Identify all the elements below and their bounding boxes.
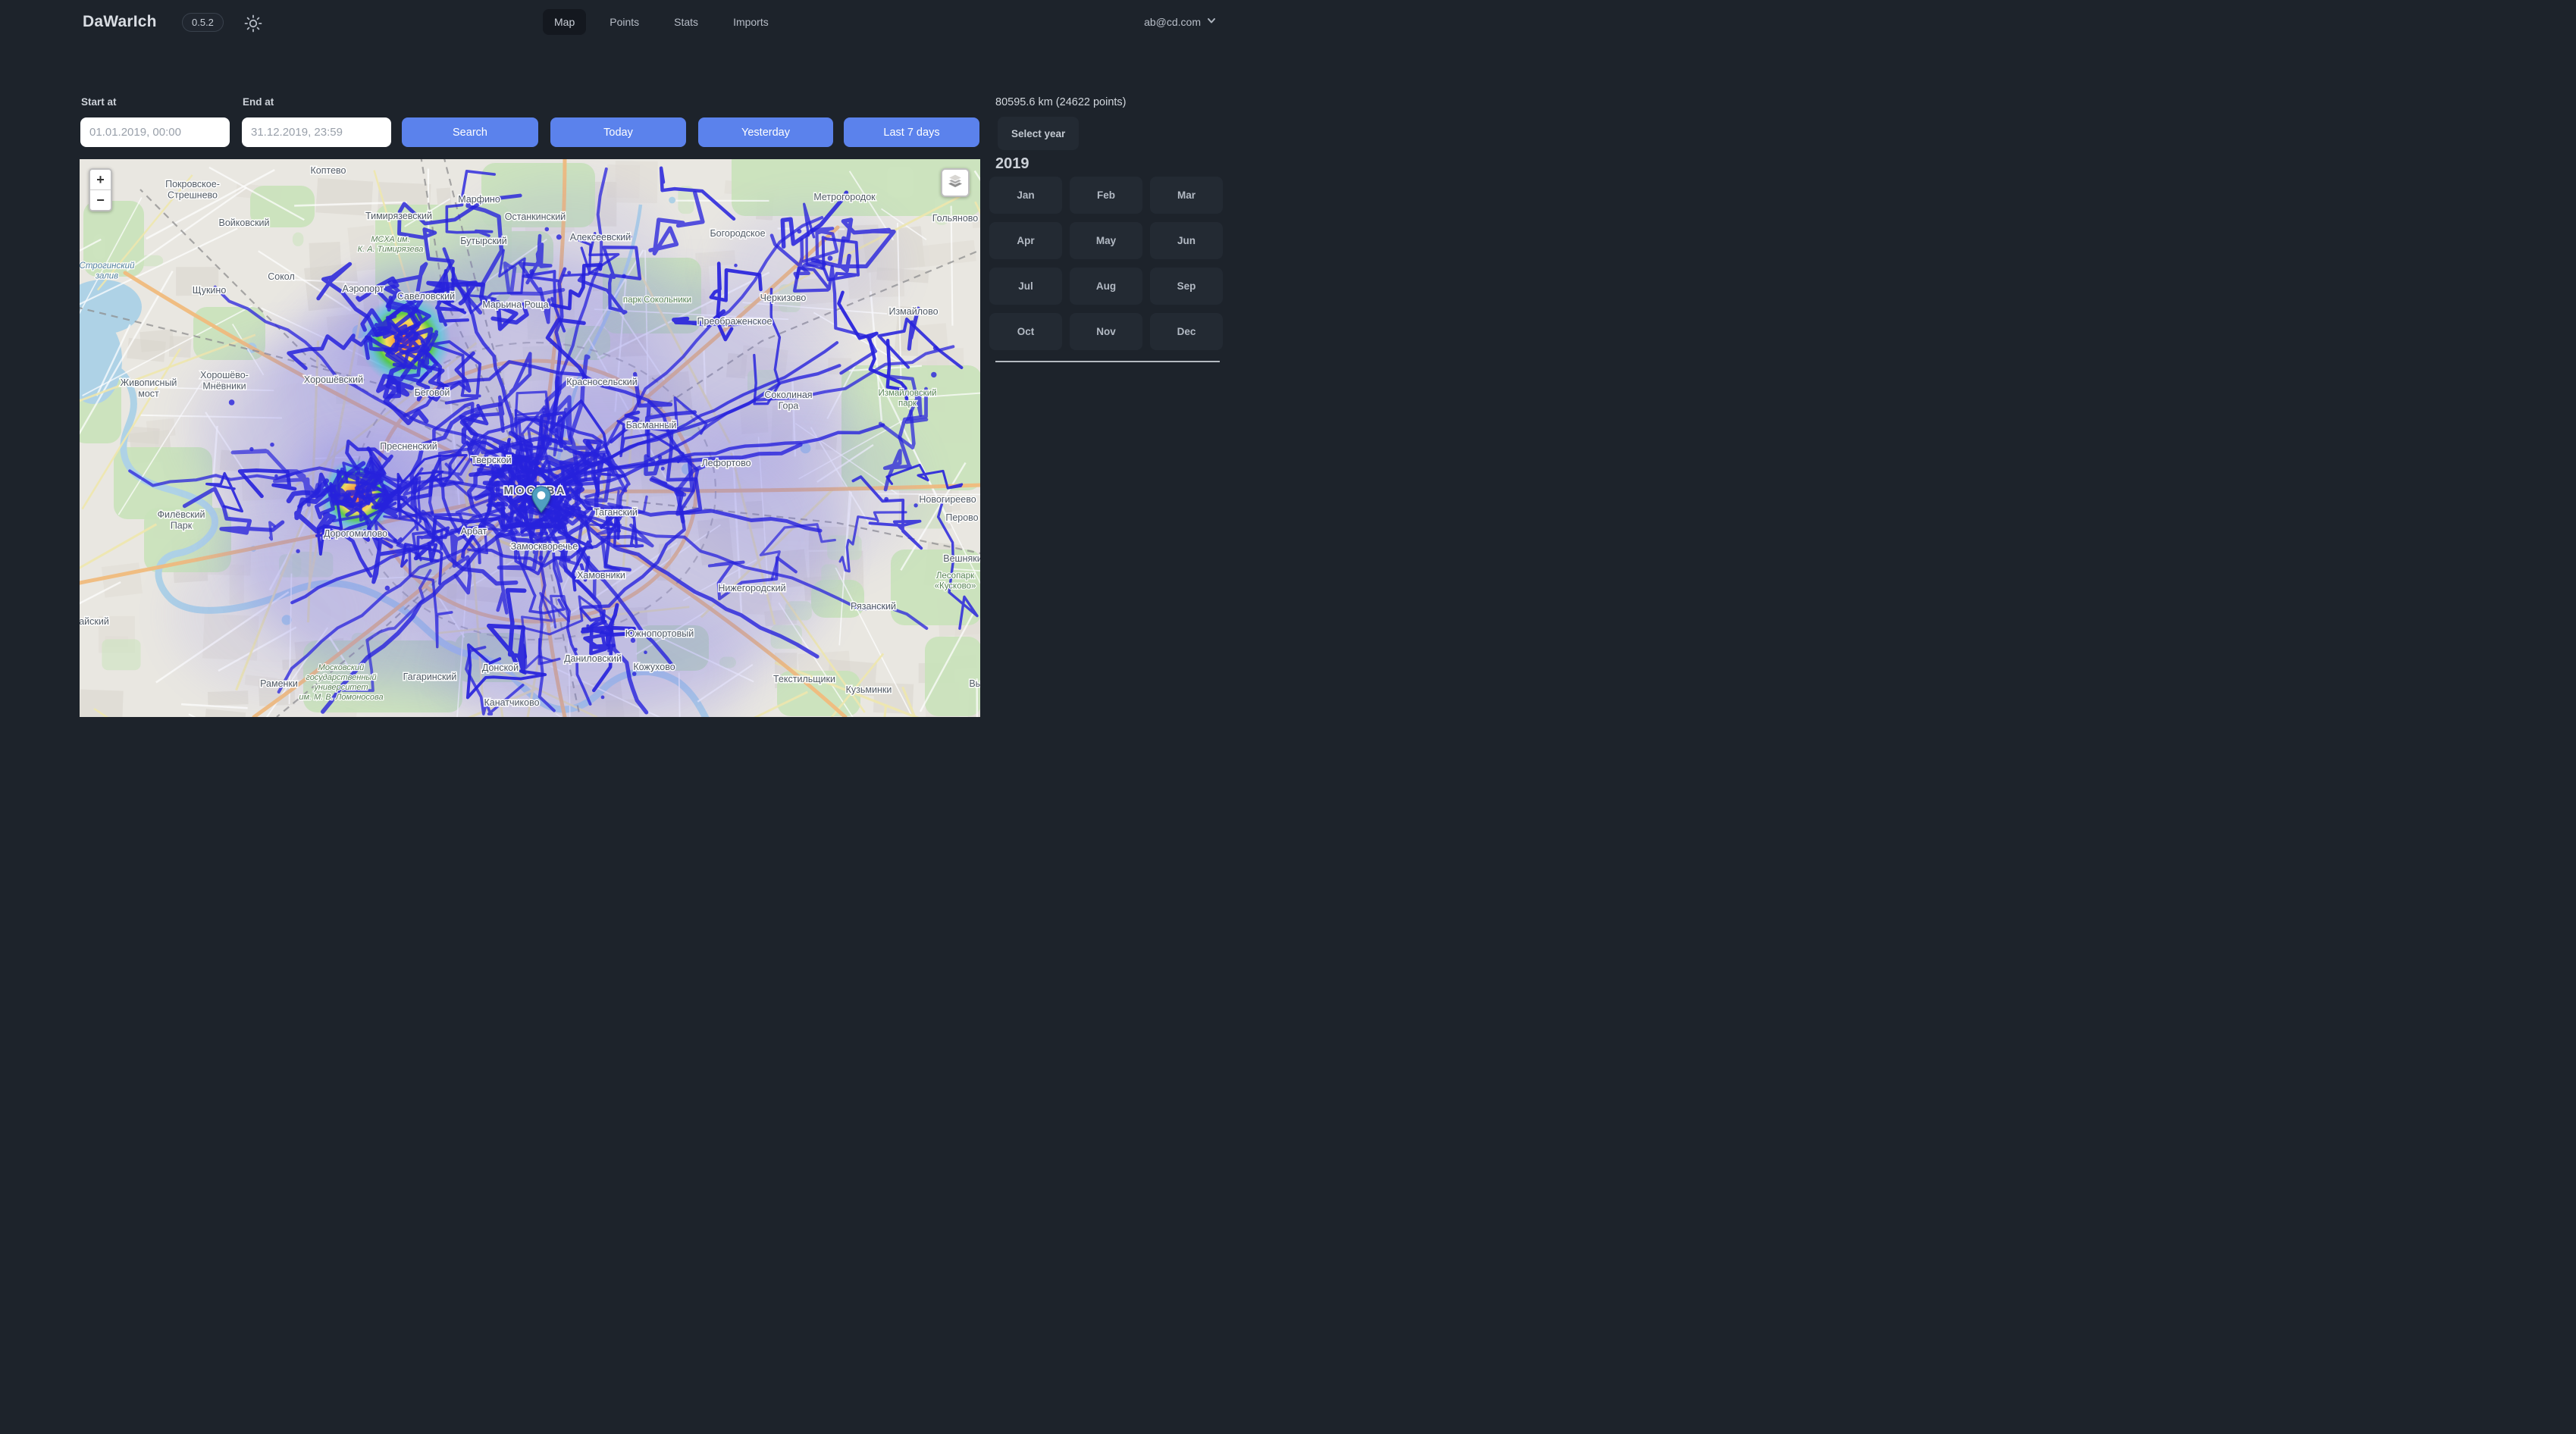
month-button-jun[interactable]: Jun: [1150, 222, 1223, 259]
select-year-button[interactable]: Select year: [998, 117, 1079, 150]
map-label: Савёловский: [397, 291, 455, 302]
map-label: Беговой: [415, 387, 450, 398]
last-7-days-button[interactable]: Last 7 days: [844, 117, 979, 147]
map-label: Тимирязевский: [365, 211, 432, 221]
distance-summary: 80595.6 km (24622 points): [995, 96, 1127, 108]
map-label: Бутырский: [460, 236, 507, 246]
month-button-nov[interactable]: Nov: [1070, 313, 1142, 350]
map-label: Измайлово: [888, 306, 938, 317]
layers-icon: [946, 172, 964, 194]
map-label: Сокол: [268, 271, 295, 282]
layers-control-button[interactable]: [941, 168, 970, 197]
search-button[interactable]: Search: [402, 117, 538, 147]
chevron-down-icon: [1206, 15, 1217, 28]
app-logo[interactable]: DaWarIch: [83, 13, 157, 31]
map-label: Гагаринский: [403, 672, 457, 682]
map-label: Тверской: [471, 455, 511, 465]
map-label: Нижегородский: [718, 583, 785, 593]
map-label: Преображенское: [697, 316, 772, 327]
map-label: Арбат: [461, 526, 487, 537]
month-button-feb[interactable]: Feb: [1070, 177, 1142, 214]
map-label: Хорошёво-Мнёвники: [200, 370, 249, 392]
month-button-jan[interactable]: Jan: [989, 177, 1062, 214]
month-button-jul[interactable]: Jul: [989, 268, 1062, 305]
today-button[interactable]: Today: [550, 117, 686, 147]
main-nav: Map Points Stats Imports: [543, 9, 780, 35]
map-label: айский: [80, 616, 109, 627]
map-label: Хамовники: [577, 570, 625, 581]
sun-icon: [243, 23, 263, 36]
map-label: Хорошёвский: [304, 374, 363, 385]
map-label: Рязанский: [851, 601, 896, 612]
month-button-dec[interactable]: Dec: [1150, 313, 1223, 350]
map-container[interactable]: Коптево Покровское-Стрешнево Войковский Тим…: [80, 159, 980, 717]
map-label: Донской: [482, 662, 519, 673]
map-label: Войковский: [218, 218, 269, 228]
months-grid: JanFebMar AprMayJun JulAugSep OctNovDec: [989, 177, 1223, 350]
map-label: Таганский: [594, 507, 638, 518]
map-label: Гольяново: [932, 213, 979, 224]
map-zoom-control: + −: [89, 168, 112, 211]
map-label: Кожухово: [633, 662, 675, 672]
month-button-apr[interactable]: Apr: [989, 222, 1062, 259]
user-menu[interactable]: ab@cd.com: [1144, 15, 1217, 28]
map-label: Перово: [945, 512, 978, 523]
map-label: Замоскворечье: [511, 541, 578, 552]
theme-toggle-button[interactable]: [243, 14, 263, 33]
map-label: Раменки: [260, 678, 298, 689]
month-button-aug[interactable]: Aug: [1070, 268, 1142, 305]
month-button-mar[interactable]: Mar: [1150, 177, 1223, 214]
map-label: Марьина Роща: [482, 299, 548, 310]
map-label: Останкинский: [505, 211, 566, 222]
end-date-input[interactable]: [242, 117, 391, 147]
month-button-sep[interactable]: Sep: [1150, 268, 1223, 305]
tab-map[interactable]: Map: [543, 9, 586, 35]
version-badge: 0.5.2: [182, 13, 224, 32]
panel-divider: [995, 361, 1220, 362]
start-at-label: Start at: [81, 96, 117, 108]
map-label: Богородское: [710, 228, 765, 239]
map-label: Канатчиково: [484, 697, 539, 708]
map-label: Марфино: [458, 194, 500, 205]
month-button-oct[interactable]: Oct: [989, 313, 1062, 350]
tab-points[interactable]: Points: [598, 9, 650, 35]
map-label: Пресненский: [380, 441, 437, 452]
month-button-may[interactable]: May: [1070, 222, 1142, 259]
map-label: Покровское-Стрешнево: [165, 179, 220, 201]
map-label: Аэропорт: [342, 283, 384, 294]
tab-imports[interactable]: Imports: [722, 9, 780, 35]
map-label: Вы: [969, 678, 980, 689]
map-label: Красносельский: [566, 377, 638, 387]
map-label: Черкизово: [760, 293, 807, 303]
yesterday-button[interactable]: Yesterday: [698, 117, 833, 147]
tab-stats[interactable]: Stats: [663, 9, 710, 35]
map-label: Кузьминки: [846, 684, 892, 695]
map-label: Текстильщики: [773, 674, 835, 684]
map-label: Новогиреево: [919, 494, 976, 505]
map-label: Щукино: [193, 285, 227, 296]
map-label: Даниловский: [564, 653, 622, 664]
map-label: Алексеевский: [570, 232, 631, 243]
map-label: парк Сокольники: [623, 296, 691, 305]
map-label: Басманный: [626, 420, 677, 431]
map-label: Лесопарк«Кусково»: [935, 571, 976, 591]
map-label: Коптево: [311, 165, 346, 176]
start-date-input[interactable]: [80, 117, 230, 147]
end-at-label: End at: [243, 96, 274, 108]
map-canvas[interactable]: Коптево Покровское-Стрешнево Войковский Тим…: [80, 159, 980, 717]
zoom-in-button[interactable]: +: [90, 170, 111, 190]
map-label: Южнопортовый: [625, 628, 694, 639]
map-label: Лефортово: [701, 458, 751, 468]
user-email: ab@cd.com: [1144, 16, 1201, 28]
zoom-out-button[interactable]: −: [90, 190, 111, 210]
map-label: Метрогородок: [813, 192, 876, 202]
location-marker-pin[interactable]: [531, 486, 551, 513]
year-heading: 2019: [995, 155, 1029, 173]
map-label: Вешняки: [943, 553, 980, 564]
map-label: Дорогомилово: [324, 528, 387, 539]
